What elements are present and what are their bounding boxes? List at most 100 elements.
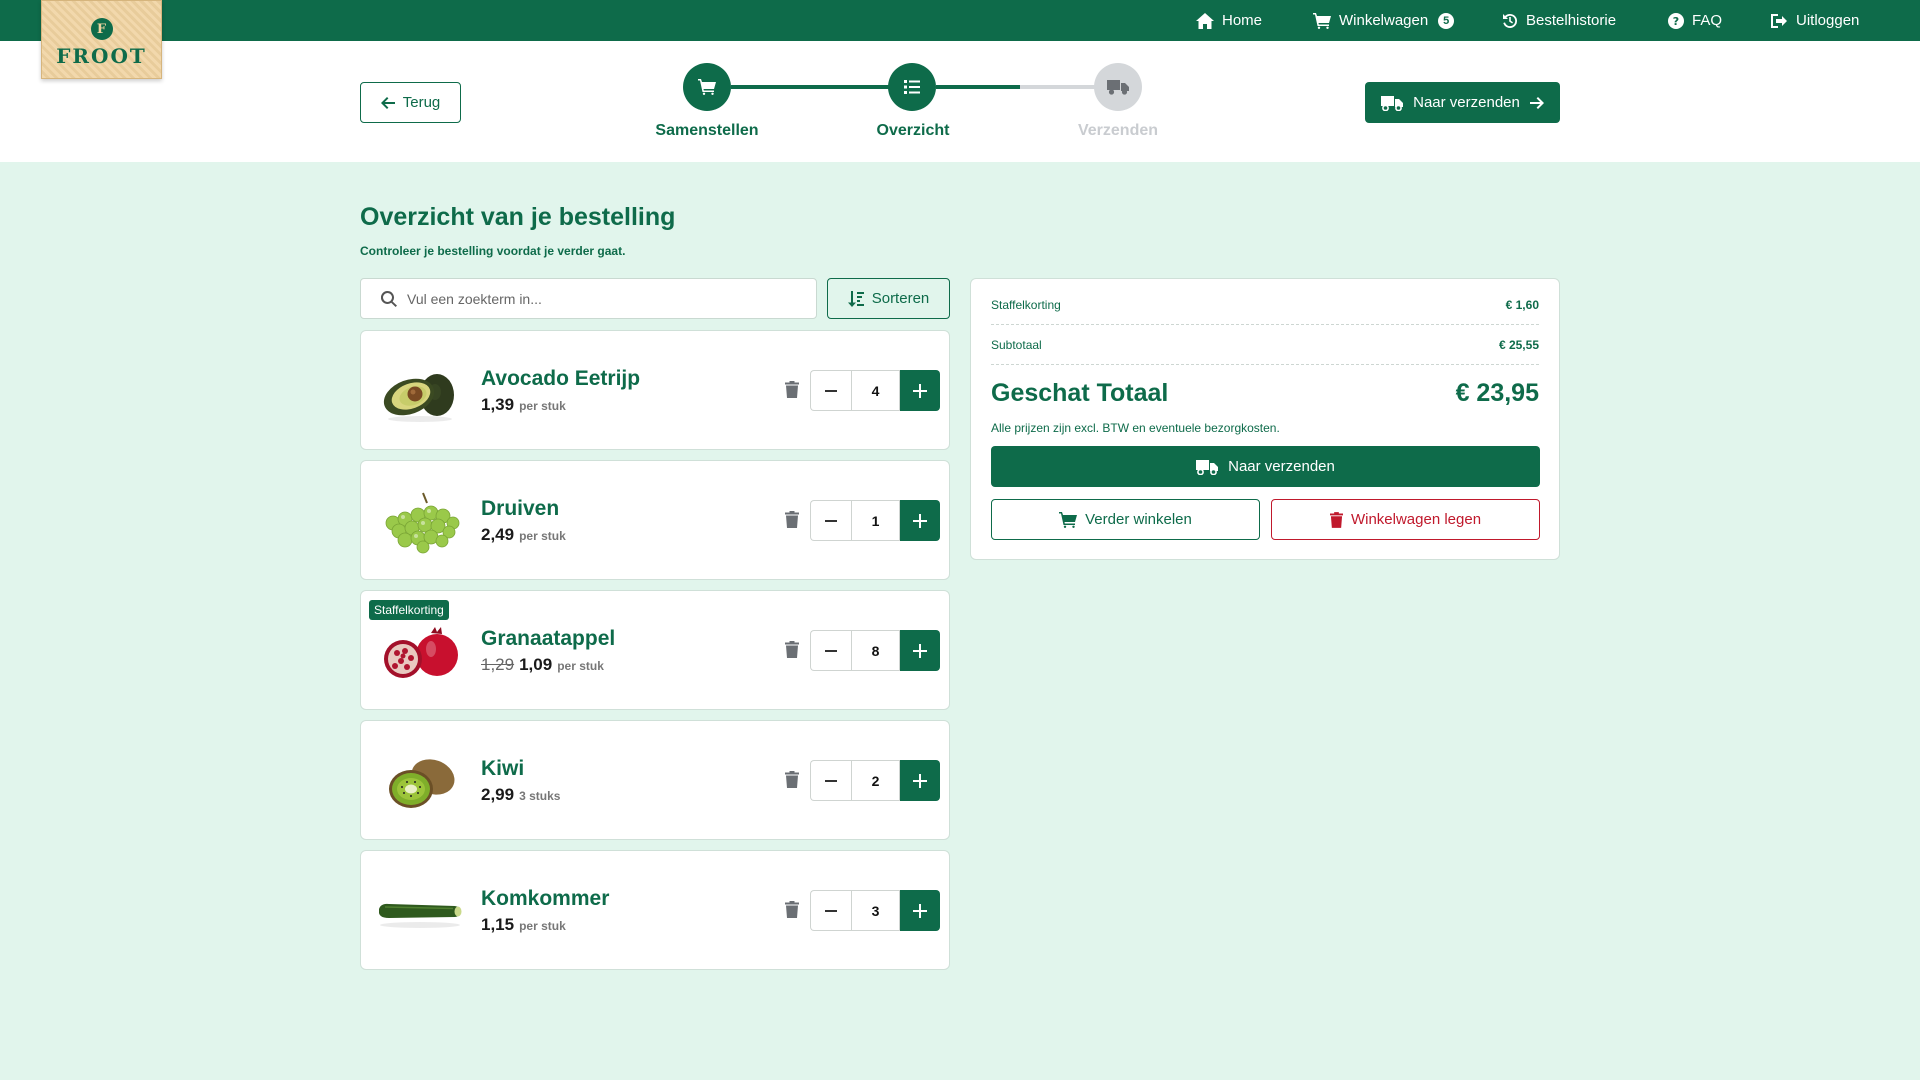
item-old-price: 1,29 [481, 655, 515, 674]
plus-icon [913, 903, 927, 918]
item-name: Kiwi [481, 757, 525, 780]
total-value: € 23,95 [1455, 379, 1539, 407]
history-icon [1503, 13, 1518, 28]
sort-button[interactable]: Sorteren [827, 278, 950, 319]
decrease-button[interactable] [810, 370, 851, 411]
grapes-image [385, 492, 460, 554]
remove-item-button[interactable] [785, 771, 799, 793]
decrease-button[interactable] [810, 630, 851, 671]
nav-cart-label: Winkelwagen [1339, 12, 1429, 29]
minus-icon [825, 649, 837, 652]
froot-logo[interactable]: F FROOT [41, 0, 162, 79]
arrow-right-icon [1529, 96, 1544, 109]
truck-icon [1196, 459, 1219, 475]
remove-item-button[interactable] [785, 641, 799, 663]
remove-item-button[interactable] [785, 901, 799, 923]
increase-button[interactable] [900, 370, 940, 411]
search-input[interactable] [407, 290, 787, 307]
avocado-image [383, 374, 454, 422]
discount-value: € 1,60 [1505, 297, 1539, 312]
discount-row: Staffelkorting € 1,60 [991, 285, 1539, 325]
ship-button-top[interactable]: Naar verzenden [1365, 82, 1560, 123]
quantity-input[interactable] [851, 370, 900, 411]
quantity-input[interactable] [851, 630, 900, 671]
minus-icon [825, 909, 837, 912]
subtotal-value: € 25,55 [1498, 337, 1539, 352]
cart-item-druiven: Druiven 2,49 per stuk [360, 460, 950, 580]
item-price: 1,09 [519, 655, 553, 674]
increase-button[interactable] [900, 890, 940, 931]
trash-icon [1329, 511, 1343, 528]
item-unit: per stuk [519, 919, 566, 933]
nav-history[interactable]: Bestelhistorie [1502, 0, 1616, 41]
minus-icon [825, 779, 837, 782]
total-label: Geschat Totaal [991, 379, 1169, 407]
item-price-row: 1,15 per stuk [481, 915, 566, 935]
subtotal-label: Subtotaal [991, 337, 1042, 352]
cart-item-kiwi: Kiwi 2,99 3 stuks [360, 720, 950, 840]
sort-icon [847, 290, 864, 307]
step-verzenden-label: Verzenden [1077, 122, 1159, 139]
order-summary: Staffelkorting € 1,60 Subtotaal € 25,55 … [970, 278, 1560, 560]
increase-button[interactable] [900, 500, 940, 541]
nav-home[interactable]: Home [1196, 0, 1262, 41]
kiwi-image [389, 759, 455, 808]
ship-button[interactable]: Naar verzenden [991, 446, 1540, 487]
decrease-button[interactable] [810, 500, 851, 541]
truck-icon [1381, 95, 1404, 111]
quantity-input[interactable] [851, 500, 900, 541]
step-samenstellen-label[interactable]: Samenstellen [627, 122, 787, 140]
staffelkorting-badge: Staffelkorting [369, 600, 449, 620]
item-name: Granaatappel [481, 627, 616, 650]
decrease-button[interactable] [810, 760, 851, 801]
trash-icon [785, 641, 799, 658]
logout-icon [1771, 13, 1787, 28]
item-price-row: 1,29 1,09 per stuk [481, 655, 604, 675]
minus-icon [825, 519, 837, 522]
list-icon [904, 80, 920, 94]
quantity-stepper [810, 370, 940, 411]
cucumber-image [379, 903, 462, 928]
remove-item-button[interactable] [785, 511, 799, 533]
cart-icon [1313, 12, 1331, 29]
increase-button[interactable] [900, 760, 940, 801]
nav-faq[interactable]: ? FAQ [1668, 0, 1722, 41]
page-subtitle: Controleer je bestelling voordat je verd… [360, 244, 626, 258]
sort-label: Sorteren [871, 290, 930, 307]
step-overzicht-label[interactable]: Overzicht [833, 122, 993, 140]
remove-item-button[interactable] [785, 381, 799, 403]
home-icon [1196, 12, 1214, 29]
nav-faq-label: FAQ [1692, 12, 1723, 29]
discount-label: Staffelkorting [991, 297, 1061, 312]
nav-logout[interactable]: Uitloggen [1771, 0, 1859, 41]
search-icon [381, 290, 397, 307]
quantity-input[interactable] [851, 760, 900, 801]
empty-cart-button[interactable]: Winkelwagen legen [1271, 499, 1540, 540]
increase-button[interactable] [900, 630, 940, 671]
step-samenstellen-circle[interactable] [683, 63, 731, 111]
cart-item-komkommer: Komkommer 1,15 per stuk [360, 850, 950, 970]
continue-label: Verder winkelen [1085, 511, 1192, 528]
nav-cart[interactable]: Winkelwagen 5 [1313, 0, 1455, 41]
decrease-button[interactable] [810, 890, 851, 931]
subtotal-row: Subtotaal € 25,55 [991, 325, 1539, 365]
item-price-row: 2,49 per stuk [481, 525, 566, 545]
quantity-input[interactable] [851, 890, 900, 931]
search-box[interactable] [360, 278, 817, 319]
item-name: Druiven [481, 497, 560, 520]
plus-icon [913, 513, 927, 528]
nav-logout-label: Uitloggen [1796, 12, 1860, 29]
quantity-stepper [810, 890, 940, 931]
step-overzicht-circle[interactable] [888, 63, 936, 111]
logo-text: FROOT [56, 44, 147, 68]
step-connector-2-todo [1020, 85, 1095, 89]
item-unit: per stuk [519, 399, 566, 413]
ship-label: Naar verzenden [1228, 458, 1335, 475]
continue-shopping-button[interactable]: Verder winkelen [991, 499, 1260, 540]
back-button[interactable]: Terug [360, 82, 461, 123]
trash-icon [785, 771, 799, 788]
item-price: 1,15 [481, 915, 515, 934]
logo-mark: F [90, 18, 113, 40]
trash-icon [785, 381, 799, 398]
plus-icon [913, 643, 927, 658]
